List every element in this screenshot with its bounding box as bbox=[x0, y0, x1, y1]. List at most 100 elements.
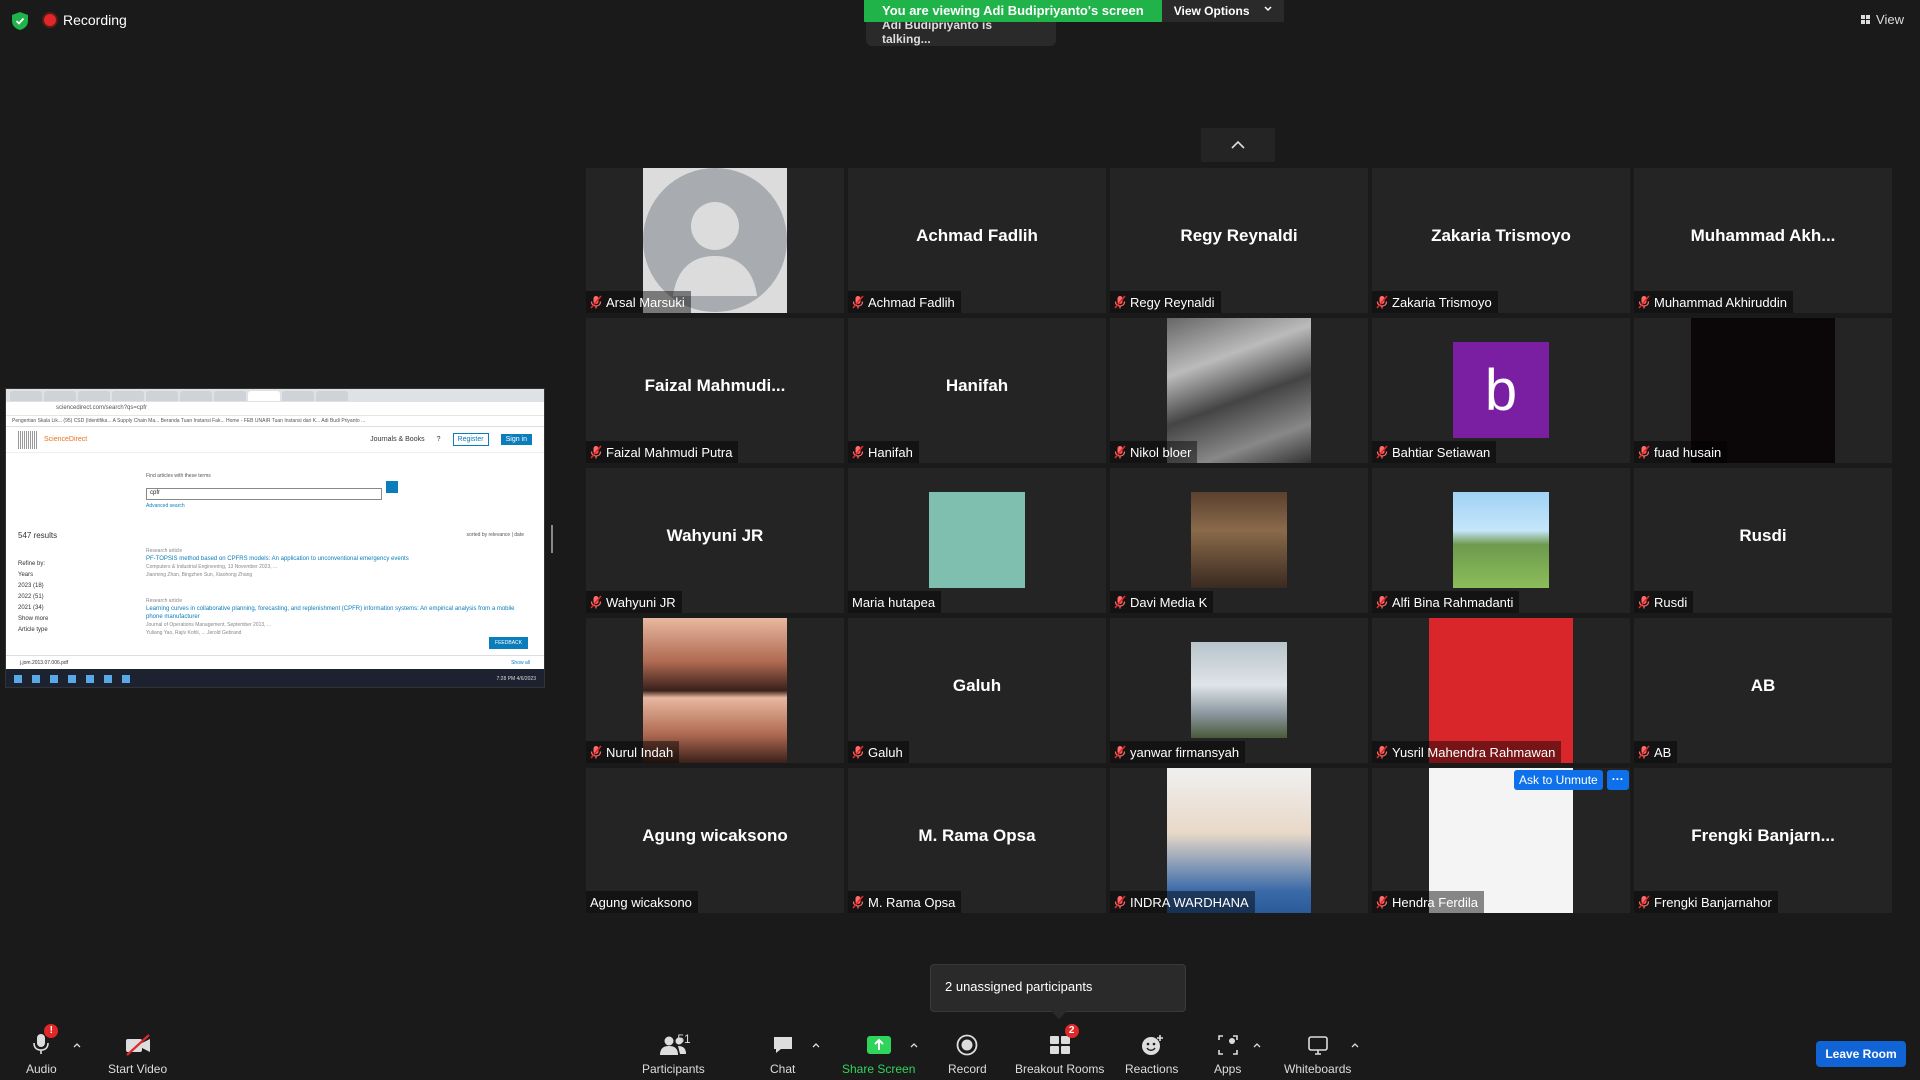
viewing-banner-text: You are viewing Adi Budipriyanto's scree… bbox=[864, 0, 1162, 22]
browser-tab bbox=[10, 391, 42, 401]
meeting-toolbar: ! Audio Start Video 51 Participants Chat bbox=[0, 1024, 1920, 1080]
result-meta: Computers & Industrial Engineering, 13 N… bbox=[146, 564, 278, 570]
participant-tile[interactable]: INDRA WARDHANA bbox=[1110, 768, 1368, 913]
taskbar-app-icon bbox=[104, 675, 112, 683]
muted-mic-icon bbox=[1376, 295, 1388, 309]
view-button[interactable]: View bbox=[1861, 12, 1904, 27]
audio-button[interactable]: ! Audio bbox=[26, 1024, 59, 1076]
taskbar-app-icon bbox=[14, 675, 22, 683]
record-button[interactable]: Record bbox=[948, 1030, 987, 1076]
participant-tile[interactable]: yanwar firmansyah bbox=[1110, 618, 1368, 763]
show-all-link: Show all bbox=[511, 660, 530, 666]
recording-indicator[interactable]: Recording bbox=[44, 12, 127, 28]
breakout-rooms-button[interactable]: 2 Breakout Rooms bbox=[1015, 1024, 1104, 1076]
signin-button: Sign in bbox=[500, 434, 532, 445]
participant-tile[interactable]: Faizal Mahmudi... Faizal Mahmudi Putra bbox=[586, 318, 844, 463]
participant-tile[interactable]: Arsal Marsuki bbox=[586, 168, 844, 313]
participant-tile[interactable]: Hanifah Hanifah bbox=[848, 318, 1106, 463]
muted-mic-icon bbox=[1376, 595, 1388, 609]
search-result: Research article PF-TOPSIS method based … bbox=[146, 547, 526, 579]
participant-display-name: Zakaria Trismoyo bbox=[1431, 226, 1571, 245]
participant-name-label: yanwar firmansyah bbox=[1110, 741, 1246, 763]
participant-name: Faizal Mahmudi Putra bbox=[606, 444, 733, 460]
recording-dot-icon bbox=[44, 14, 56, 26]
muted-mic-icon bbox=[1114, 295, 1126, 309]
leave-room-button[interactable]: Leave Room bbox=[1816, 1041, 1906, 1067]
chat-button[interactable]: Chat bbox=[770, 1030, 795, 1076]
participants-button[interactable]: 51 Participants bbox=[642, 1030, 705, 1076]
participant-tile[interactable]: Achmad Fadlih Achmad Fadlih bbox=[848, 168, 1106, 313]
ask-to-unmute-button[interactable]: Ask to Unmute bbox=[1514, 770, 1603, 790]
more-options-button[interactable]: ··· bbox=[1606, 770, 1629, 790]
browser-tab bbox=[44, 391, 76, 401]
taskbar-clock: 7:28 PM 4/6/2023 bbox=[496, 676, 536, 682]
results-count: 547 results bbox=[18, 531, 58, 540]
participant-tile[interactable]: Davi Media K bbox=[1110, 468, 1368, 613]
collapse-gallery-button[interactable] bbox=[1201, 128, 1275, 162]
participant-tile[interactable]: Yusril Mahendra Rahmawan bbox=[1372, 618, 1630, 763]
muted-mic-icon bbox=[1638, 595, 1650, 609]
participant-tile[interactable]: Galuh Galuh bbox=[848, 618, 1106, 763]
participant-tile[interactable]: Hendra Ferdila Ask to Unmute ··· bbox=[1372, 768, 1630, 913]
participant-tile[interactable]: Regy Reynaldi Regy Reynaldi bbox=[1110, 168, 1368, 313]
view-label: View bbox=[1876, 12, 1904, 27]
participant-name: Achmad Fadlih bbox=[868, 294, 955, 310]
search-icon bbox=[386, 481, 398, 493]
participant-name-label: Faizal Mahmudi Putra bbox=[586, 441, 739, 463]
participant-name: Zakaria Trismoyo bbox=[1392, 294, 1492, 310]
participant-name-label: Regy Reynaldi bbox=[1110, 291, 1221, 313]
participant-tile[interactable]: fuad husain bbox=[1634, 318, 1892, 463]
chat-options-caret-icon[interactable] bbox=[811, 1040, 821, 1050]
audio-options-caret-icon[interactable] bbox=[72, 1040, 82, 1050]
unassigned-participants-tooltip[interactable]: 2 unassigned participants bbox=[930, 964, 1186, 1019]
share-screen-button[interactable]: Share Screen bbox=[842, 1030, 915, 1076]
taskbar-app-icon bbox=[68, 675, 76, 683]
taskbar-app-icon bbox=[86, 675, 94, 683]
apps-label: Apps bbox=[1214, 1062, 1242, 1076]
view-options-button[interactable]: View Options bbox=[1161, 0, 1284, 22]
participant-tile[interactable]: Muhammad Akh... Muhammad Akhiruddin bbox=[1634, 168, 1892, 313]
security-shield-icon[interactable] bbox=[12, 12, 28, 30]
participant-tile[interactable]: Zakaria Trismoyo Zakaria Trismoyo bbox=[1372, 168, 1630, 313]
participant-name-label: Zakaria Trismoyo bbox=[1372, 291, 1498, 313]
participant-name-label: INDRA WARDHANA bbox=[1110, 891, 1255, 913]
browser-tab bbox=[316, 391, 348, 401]
taskbar-app-icon bbox=[32, 675, 40, 683]
apps-button[interactable]: Apps bbox=[1214, 1030, 1241, 1076]
participant-tile[interactable]: Maria hutapea bbox=[848, 468, 1106, 613]
participant-name: Nurul Indah bbox=[606, 744, 674, 760]
participant-name-label: Achmad Fadlih bbox=[848, 291, 961, 313]
muted-mic-icon bbox=[1376, 895, 1388, 909]
article-type-label: Article type bbox=[18, 627, 48, 633]
participant-display-name: Regy Reynaldi bbox=[1180, 226, 1298, 245]
participant-tile[interactable]: b Bahtiar Setiawan bbox=[1372, 318, 1630, 463]
shared-screen-view[interactable]: sciencedirect.com/search?qs=cpfr Pengert… bbox=[5, 388, 545, 688]
record-icon bbox=[956, 1034, 978, 1056]
feedback-button: FEEDBACK bbox=[489, 637, 528, 649]
participant-tile[interactable]: Agung wicaksono Agung wicaksono bbox=[586, 768, 844, 913]
participant-display-name: Rusdi bbox=[1739, 526, 1787, 545]
reactions-button[interactable]: Reactions bbox=[1125, 1030, 1178, 1076]
whiteboards-options-caret-icon[interactable] bbox=[1350, 1040, 1360, 1050]
apps-options-caret-icon[interactable] bbox=[1252, 1040, 1262, 1050]
journals-link: Journals & Books bbox=[370, 436, 425, 443]
participant-tile[interactable]: Nikol bloer bbox=[1110, 318, 1368, 463]
participant-tile[interactable]: Frengki Banjarn... Frengki Banjarnahor bbox=[1634, 768, 1892, 913]
start-video-button[interactable]: Start Video bbox=[108, 1030, 167, 1076]
muted-mic-icon bbox=[1114, 595, 1126, 609]
share-options-caret-icon[interactable] bbox=[909, 1040, 919, 1050]
whiteboards-button[interactable]: Whiteboards bbox=[1284, 1030, 1351, 1076]
help-icon: ? bbox=[436, 436, 441, 443]
participant-tile[interactable]: Nurul Indah bbox=[586, 618, 844, 763]
muted-mic-icon bbox=[1638, 445, 1650, 459]
participant-tile[interactable]: AB AB bbox=[1634, 618, 1892, 763]
download-file: j.jom.2013.07.006.pdf bbox=[20, 660, 69, 666]
video-off-icon bbox=[125, 1034, 150, 1056]
participant-tile[interactable]: Wahyuni JR Wahyuni JR bbox=[586, 468, 844, 613]
breakout-badge: 2 bbox=[1064, 1024, 1079, 1038]
sort-options: sorted by relevance | date bbox=[466, 532, 524, 538]
participant-tile[interactable]: M. Rama Opsa M. Rama Opsa bbox=[848, 768, 1106, 913]
participant-tile[interactable]: Alfi Bina Rahmadanti bbox=[1372, 468, 1630, 613]
participant-tile[interactable]: Rusdi Rusdi bbox=[1634, 468, 1892, 613]
splitter-handle[interactable] bbox=[551, 525, 553, 553]
